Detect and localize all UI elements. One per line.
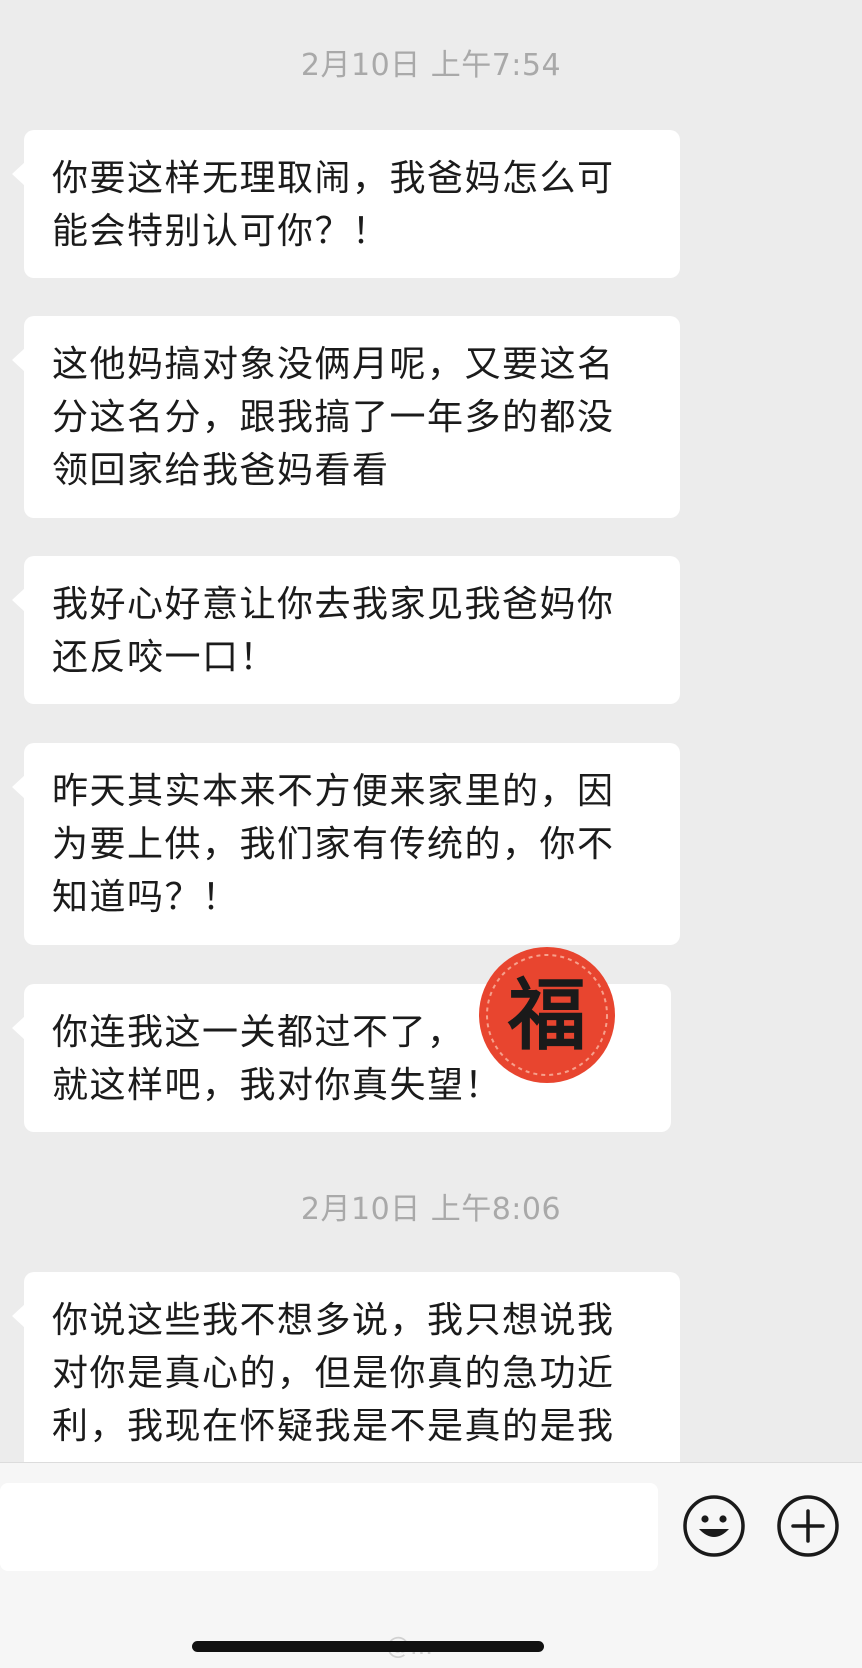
message-line: 你要这样无理取闹，我爸妈怎么可 xyxy=(52,158,615,199)
message-line: 能会特别认可你？！ xyxy=(52,211,390,252)
message-input[interactable] xyxy=(0,1483,658,1571)
message-line: 对你是真心的，但是你真的急功近 xyxy=(52,1353,615,1394)
message-bubble[interactable]: 这他妈搞对象没俩月呢，又要这名 分这名分，跟我搞了一年多的都没 领回家给我爸妈看… xyxy=(12,316,680,518)
message-bubble[interactable]: 你要这样无理取闹，我爸妈怎么可 能会特别认可你？！ xyxy=(12,130,680,278)
chat-area[interactable]: 2月10日 上午7:54 你要这样无理取闹，我爸妈怎么可 能会特别认可你？！ 这… xyxy=(0,0,862,1462)
message-line: 分这名分，跟我搞了一年多的都没 xyxy=(52,397,615,438)
sticker-label: 福 xyxy=(507,970,586,1061)
message-line: 领回家给我爸妈看看 xyxy=(52,450,390,491)
message-line: 昨天其实本来不方便来家里的，因 xyxy=(52,771,615,812)
fu-sticker[interactable]: 福 xyxy=(476,944,618,1086)
message-line: 我好心好意让你去我家见我爸妈你 xyxy=(52,584,615,625)
message-line: 你说这些我不想多说，我只想说我 xyxy=(52,1300,615,1341)
message-bubble[interactable]: 昨天其实本来不方便来家里的，因 为要上供，我们家有传统的，你不 知道吗？！ xyxy=(12,743,680,945)
timestamp: 2月10日 上午7:54 xyxy=(300,48,562,83)
plus-circle-icon[interactable] xyxy=(775,1493,841,1559)
message-line: 利，我现在怀疑我是不是真的是我 xyxy=(52,1406,615,1447)
message-line: 还反咬一口！ xyxy=(52,637,278,678)
message-line: 这他妈搞对象没俩月呢，又要这名 xyxy=(52,344,615,385)
message-line: 为要上供，我们家有传统的，你不 xyxy=(52,824,615,865)
home-indicator xyxy=(192,1641,544,1652)
input-bar: @... xyxy=(0,1462,862,1668)
message-line: 知道吗？！ xyxy=(52,877,240,918)
message-bubble[interactable]: 你说这些我不想多说，我只想说我 对你是真心的，但是你真的急功近 利，我现在怀疑我… xyxy=(12,1272,680,1462)
message-bubble[interactable]: 我好心好意让你去我家见我爸妈你 还反咬一口！ xyxy=(12,556,680,704)
timestamp: 2月10日 上午8:06 xyxy=(300,1192,562,1227)
smiley-face-icon[interactable] xyxy=(681,1493,747,1559)
